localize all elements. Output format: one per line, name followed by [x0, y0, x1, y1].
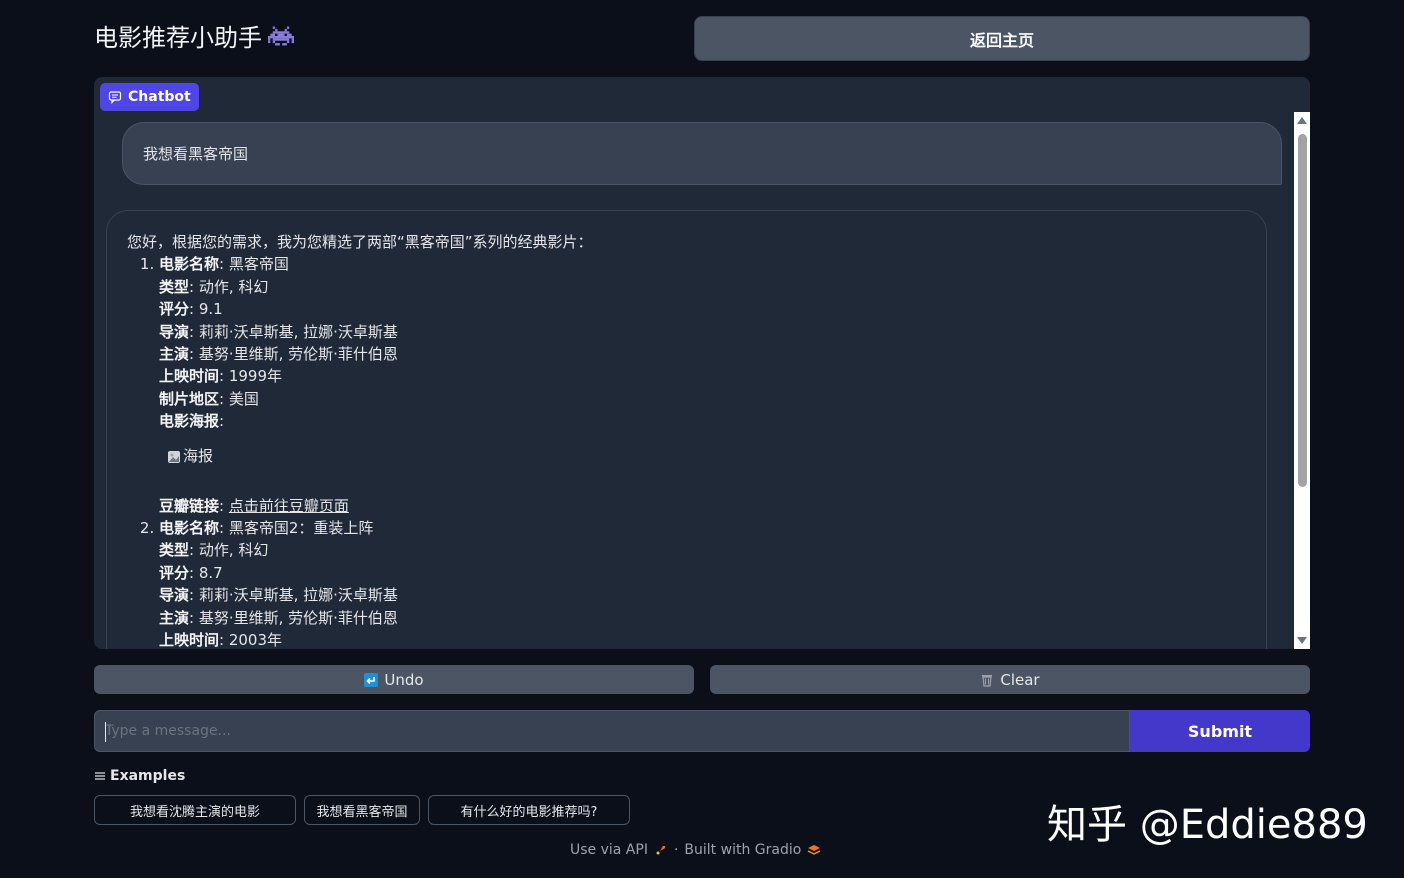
movie-item: 电影名称: 黑客帝国 类型: 动作, 科幻 评分: 9.1 导演: 莉莉·沃卓斯…	[159, 253, 1246, 517]
field-value: :	[219, 412, 225, 431]
example-item[interactable]: 有什么好的电影推荐吗?	[428, 795, 630, 825]
movie-list: 电影名称: 黑客帝国 类型: 动作, 科幻 评分: 9.1 导演: 莉莉·沃卓斯…	[127, 253, 1246, 649]
field-value: : 9.1	[189, 300, 223, 319]
chatbot-label: Chatbot	[100, 83, 199, 111]
chat-scrollbar[interactable]	[1294, 112, 1310, 649]
field-label: 主演	[159, 608, 190, 627]
field-label: 类型	[159, 277, 190, 296]
field-value: : 动作, 科幻	[189, 277, 269, 296]
field-label: 评分	[159, 300, 190, 319]
example-item[interactable]: 我想看黑客帝国	[304, 795, 420, 825]
field-value: : 莉莉·沃卓斯基, 拉娜·沃卓斯基	[189, 322, 398, 341]
movie-rating-field: 评分: 8.7	[159, 562, 1246, 584]
movie-rating-field: 评分: 9.1	[159, 298, 1246, 320]
field-label: 主演	[159, 345, 190, 364]
field-label: 电影名称	[159, 519, 220, 538]
field-label: 电影海报	[159, 412, 220, 431]
chatbot-label-text: Chatbot	[128, 89, 191, 105]
bot-message: 您好，根据您的需求，我为您精选了两部“黑客帝国”系列的经典影片： 电影名称: 黑…	[106, 210, 1267, 649]
example-item[interactable]: 我想看沈腾主演的电影	[94, 795, 296, 825]
movie-name-field: 电影名称: 黑客帝国2：重装上阵	[159, 517, 1246, 539]
chat-history[interactable]: 我想看黑客帝国 您好，根据您的需求，我为您精选了两部“黑客帝国”系列的经典影片：…	[94, 111, 1294, 649]
scroll-down-arrow-icon[interactable]	[1297, 637, 1307, 644]
field-label: 评分	[159, 563, 190, 582]
field-label: 导演	[159, 322, 190, 341]
movie-poster-field: 电影海报:	[159, 410, 1246, 432]
space-invader-icon	[268, 26, 294, 45]
movie-link-field: 豆瓣链接: 点击前往豆瓣页面	[159, 495, 1246, 517]
field-value: : 莉莉·沃卓斯基, 拉娜·沃卓斯基	[189, 586, 398, 605]
poster-image: 海报	[167, 441, 1246, 473]
undo-label: Undo	[384, 670, 424, 689]
broken-image-icon	[168, 450, 180, 463]
field-label: 类型	[159, 541, 190, 560]
submit-button[interactable]: Submit	[1130, 710, 1310, 752]
field-label: 导演	[159, 586, 190, 605]
app-title-text: 电影推荐小助手	[94, 24, 262, 52]
movie-release-field: 上映时间: 1999年	[159, 365, 1246, 387]
field-value: : 基努·里维斯, 劳伦斯·菲什伯恩	[189, 345, 398, 364]
clear-button[interactable]: Clear	[710, 665, 1310, 694]
field-value: : 2003年	[219, 631, 283, 649]
field-value: : 黑客帝国2：重装上阵	[219, 519, 374, 538]
home-button[interactable]: 返回主页	[694, 16, 1310, 61]
movie-cast-field: 主演: 基努·里维斯, 劳伦斯·菲什伯恩	[159, 343, 1246, 365]
douban-link[interactable]: 点击前往豆瓣页面	[229, 497, 349, 515]
rocket-icon	[656, 846, 665, 855]
movie-director-field: 导演: 莉莉·沃卓斯基, 拉娜·沃卓斯基	[159, 321, 1246, 343]
movie-item: 电影名称: 黑客帝国2：重装上阵 类型: 动作, 科幻 评分: 8.7 导演: …	[159, 517, 1246, 649]
field-value: : 动作, 科幻	[189, 541, 269, 560]
movie-region-field: 制片地区: 美国	[159, 388, 1246, 410]
field-value: : 8.7	[189, 563, 223, 582]
movie-director-field: 导演: 莉莉·沃卓斯基, 拉娜·沃卓斯基	[159, 584, 1246, 606]
list-icon	[95, 772, 105, 780]
field-value: : 黑客帝国	[219, 255, 289, 274]
field-value: : 基努·里维斯, 劳伦斯·菲什伯恩	[189, 608, 398, 627]
movie-cast-field: 主演: 基努·里维斯, 劳伦斯·菲什伯恩	[159, 607, 1246, 629]
footer-separator: ·	[673, 842, 679, 858]
movie-genre-field: 类型: 动作, 科幻	[159, 539, 1246, 561]
gradio-logo-icon	[807, 845, 821, 855]
bot-intro: 您好，根据您的需求，我为您精选了两部“黑客帝国”系列的经典影片：	[127, 233, 593, 251]
built-with-gradio-link[interactable]: Built with Gradio	[684, 842, 801, 858]
footer: Use via API · Built with Gradio	[570, 842, 821, 858]
field-label: 上映时间	[159, 367, 220, 386]
examples-label: Examples	[110, 768, 186, 784]
chatbot-panel: Chatbot 我想看黑客帝国 您好，根据您的需求，我为您精选了两部“黑客帝国”…	[94, 77, 1310, 649]
zhihu-watermark: 知乎 @Eddie889	[1047, 802, 1368, 848]
message-input-container	[94, 710, 1130, 752]
field-value: : 美国	[219, 389, 259, 408]
field-label: 制片地区	[159, 389, 220, 408]
chat-bubble-icon	[108, 91, 122, 104]
scroll-up-arrow-icon[interactable]	[1297, 117, 1307, 124]
trash-icon	[982, 674, 993, 687]
movie-release-field: 上映时间: 2003年	[159, 629, 1246, 649]
user-message: 我想看黑客帝国	[122, 122, 1282, 185]
text-caret	[105, 722, 106, 742]
message-input[interactable]	[95, 711, 1129, 751]
scroll-thumb[interactable]	[1298, 134, 1307, 487]
movie-name-field: 电影名称: 黑客帝国	[159, 253, 1246, 275]
undo-button[interactable]: Undo	[94, 665, 694, 694]
field-value: :	[219, 496, 229, 515]
movie-genre-field: 类型: 动作, 科幻	[159, 276, 1246, 298]
examples-header: Examples	[94, 768, 185, 784]
field-label: 上映时间	[159, 631, 220, 649]
use-via-api-link[interactable]: Use via API	[570, 842, 648, 858]
field-value: : 1999年	[219, 367, 283, 386]
field-label: 电影名称	[159, 255, 220, 274]
undo-icon	[364, 672, 379, 687]
app-title: 电影推荐小助手	[94, 18, 294, 53]
poster-alt-text: 海报	[183, 447, 214, 466]
clear-label: Clear	[1000, 670, 1040, 689]
field-label: 豆瓣链接	[159, 496, 220, 515]
